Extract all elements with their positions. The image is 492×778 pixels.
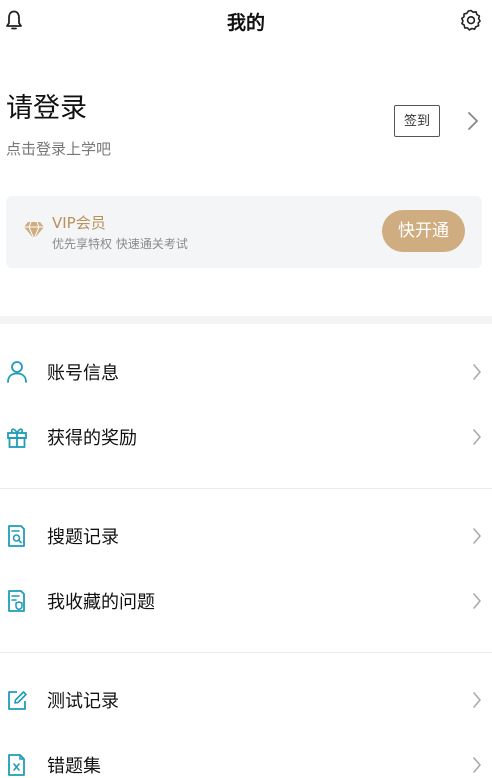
menu-item-rewards[interactable]: 获得的奖励 <box>0 410 492 466</box>
edit-icon <box>8 691 27 710</box>
diamond-icon <box>24 221 44 240</box>
menu-item-label: 获得的奖励 <box>47 428 137 449</box>
vip-title: VIP会员 <box>52 214 106 232</box>
menu-item-label: 测试记录 <box>47 691 119 712</box>
vip-subtitle: 优先享特权 快速通关考试 <box>52 237 188 251</box>
menu-item-label: 搜题记录 <box>47 527 119 548</box>
chevron-right-icon <box>473 757 481 773</box>
menu-item-wrong-questions[interactable]: 错题集 <box>0 738 492 778</box>
menu-item-label: 我收藏的问题 <box>47 592 155 613</box>
page-title: 我的 <box>226 12 265 34</box>
login-section[interactable]: 请登录 点击登录上学吧 签到 <box>0 80 492 170</box>
person-icon <box>7 361 27 383</box>
menu-item-favorites[interactable]: 我收藏的问题 <box>0 574 492 630</box>
menu-divider <box>0 488 492 489</box>
chevron-right-icon <box>473 692 481 708</box>
chevron-right-icon <box>473 364 481 380</box>
gift-icon <box>7 428 27 448</box>
favorite-document-icon <box>8 590 25 612</box>
signin-button[interactable]: 签到 <box>394 105 440 137</box>
menu-item-account-info[interactable]: 账号信息 <box>0 345 492 401</box>
error-document-icon <box>8 754 25 776</box>
menu-item-test-history[interactable]: 测试记录 <box>0 673 492 729</box>
gear-icon[interactable] <box>460 9 482 31</box>
login-subtitle: 点击登录上学吧 <box>6 140 112 158</box>
chevron-right-icon[interactable] <box>466 110 480 132</box>
top-bar: 我的 <box>0 0 492 42</box>
menu-divider <box>0 652 492 653</box>
menu-item-search-history[interactable]: 搜题记录 <box>0 509 492 565</box>
chevron-right-icon <box>473 528 481 544</box>
search-document-icon <box>8 525 25 547</box>
chevron-right-icon <box>473 593 481 609</box>
chevron-right-icon <box>473 429 481 445</box>
section-divider <box>0 316 492 324</box>
vip-open-button[interactable]: 快开通 <box>382 210 465 252</box>
menu-item-label: 错题集 <box>47 756 101 777</box>
login-title[interactable]: 请登录 <box>6 86 87 125</box>
menu-item-label: 账号信息 <box>47 363 119 384</box>
vip-card[interactable]: VIP会员 优先享特权 快速通关考试 快开通 <box>6 196 482 268</box>
